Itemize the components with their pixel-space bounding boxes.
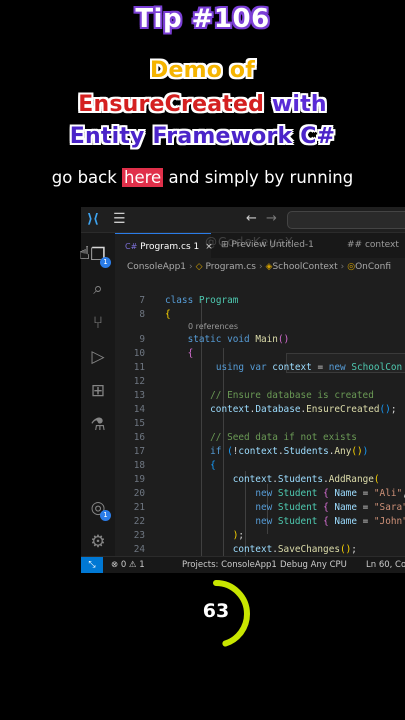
line-number: 11 [133,362,145,373]
tab-label: Program.cs 1 [140,242,200,252]
code-line: ); [232,530,245,541]
extensions-icon[interactable]: ⊞ [88,381,108,401]
caption-line-1: Demo of [150,58,255,83]
source-control-icon[interactable]: ⑂ [88,313,108,333]
subtitle-before: go back [51,168,123,187]
breadcrumb-file[interactable]: Program.cs [205,262,255,272]
breadcrumb-member[interactable]: OnConfi [355,262,391,272]
codelens-references[interactable]: 0 references [188,322,238,331]
line-number: 21 [133,502,145,513]
tab-program-cs[interactable]: C# Program.cs 1 × [115,233,213,258]
vscode-window: ⟩⟨ ☰ ← → ❐ 1 ⌕ ⑂ ▷ ⊞ ⚗ ◎ 1 ⚙ C# Program.… [81,207,405,573]
caption-line-3: Entity Framework C# [69,124,336,149]
search-icon[interactable]: ⌕ [88,279,108,299]
code-line: { [165,309,171,320]
line-number: 9 [139,334,145,345]
line-number: 16 [133,432,145,443]
method-icon: ◎ [347,262,356,272]
explorer-badge: 1 [100,257,111,268]
caption-with: with [264,92,327,117]
code-line: // Seed data if not exists [210,432,357,443]
countdown-number: 63 [202,600,230,622]
line-number: 20 [133,488,145,499]
line-number: 13 [133,390,145,401]
settings-gear-icon[interactable]: ⚙ [88,532,108,552]
caption-line-2: EnsureCreated with [0,92,405,117]
code-editor[interactable]: 7 class Program 8 { 0 references 9 stati… [115,276,405,556]
cursor-position-status[interactable]: Ln 60, Col [366,557,405,573]
line-number: 23 [133,530,145,541]
subtitle: go back here and simply by running [0,168,405,187]
line-number: 14 [133,404,145,415]
breadcrumb-project[interactable]: ConsoleApp1 [127,262,186,272]
line-number: 24 [133,544,145,555]
csharp-file-icon: ◇ [195,262,203,272]
command-search-input[interactable] [287,211,405,229]
menu-icon[interactable]: ☰ [113,211,126,227]
line-number: 10 [133,348,145,359]
line-number: 17 [133,446,145,457]
breadcrumb-class[interactable]: SchoolContext [272,262,337,272]
code-line: using var context = new SchoolCon [215,362,403,373]
activity-bar: ❐ 1 ⌕ ⑂ ▷ ⊞ ⚗ ◎ 1 ⚙ [81,233,115,556]
tab-label: context [364,240,399,250]
projects-status[interactable]: Projects: ConsoleApp1 [182,557,277,573]
remote-icon[interactable]: ⤡ [81,557,103,573]
subtitle-highlight: here [122,168,164,187]
code-line: class Program [165,295,239,306]
line-number: 18 [133,460,145,471]
title-bar: ⟩⟨ ☰ ← → [81,207,405,233]
problems-status[interactable]: ⊗ 0 ⚠ 1 [111,557,145,573]
subtitle-after: and simply by running [163,168,354,187]
code-line: new Student { Name = "John" [255,516,405,527]
hand-pointer-icon: ☝ [79,243,90,264]
forward-arrow-icon[interactable]: → [266,211,277,226]
code-line: new Student { Name = "Ali", [255,488,405,499]
code-line: { [187,348,194,359]
testing-icon[interactable]: ⚗ [88,415,108,435]
run-debug-icon[interactable]: ▷ [88,347,108,367]
code-line: context.Students.AddRange( [232,474,380,485]
csharp-file-icon: C# [125,242,138,251]
status-bar: ⤡ ⊗ 0 ⚠ 1 Projects: ConsoleApp1 Debug An… [81,556,405,573]
line-number: 22 [133,516,145,527]
watermark: @CodeKeysX [205,235,294,249]
caption-ensurecreated: EnsureCreated [78,92,265,117]
code-line: context.SaveChanges(); [232,544,357,555]
code-line: // Ensure database is created [210,390,374,401]
code-line: { [210,460,216,471]
line-number: 8 [139,309,145,320]
vscode-logo-icon: ⟩⟨ [87,212,99,227]
line-number: 19 [133,474,145,485]
tab-context[interactable]: ## context [337,233,405,258]
line-number: 12 [133,376,145,387]
markdown-icon: ## [347,240,363,250]
code-line: static void Main() [187,334,290,345]
back-arrow-icon[interactable]: ← [246,211,257,226]
line-number: 15 [133,418,145,429]
line-number: 7 [139,295,145,306]
accounts-badge: 1 [100,510,111,521]
tip-title: Tip #106 [135,4,270,34]
code-line: if (!context.Students.Any()) [210,446,369,457]
code-line: new Student { Name = "Sara" [255,502,405,513]
debug-config-status[interactable]: Debug Any CPU [280,557,347,573]
code-line: context.Database.EnsureCreated(); [210,404,397,415]
breadcrumb: ConsoleApp1 › ◇ Program.cs › ◈SchoolContext ›… [127,262,392,272]
